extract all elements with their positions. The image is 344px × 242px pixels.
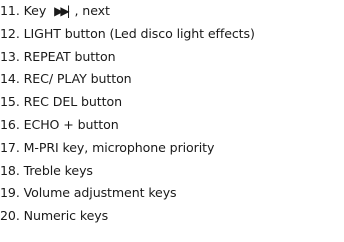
item-number: 19. xyxy=(0,185,20,201)
button-description-list: 11. Key ▶▶| , next 12. LIGHT button (Led… xyxy=(0,0,255,228)
item-text: LIGHT button (Led disco light effects) xyxy=(23,25,255,41)
item-text: REC DEL button xyxy=(23,94,122,110)
item-number: 13. xyxy=(0,48,20,64)
list-item: 20. Numeric keys xyxy=(0,205,255,228)
item-text: ECHO + button xyxy=(23,116,119,132)
item-text-suffix: , next xyxy=(74,3,110,18)
item-text: REC/ PLAY button xyxy=(23,71,132,87)
list-item: 11. Key ▶▶| , next xyxy=(0,0,255,23)
item-number: 18. xyxy=(0,162,20,178)
list-item: 13. REPEAT button xyxy=(0,46,255,69)
item-text: Numeric keys xyxy=(23,208,109,224)
page: { "items": [ {"number": "11.", "pre": "K… xyxy=(0,0,344,242)
next-track-icon: ▶▶| xyxy=(54,4,70,18)
item-number: 20. xyxy=(0,208,20,224)
list-item: 15. REC DEL button xyxy=(0,91,255,114)
list-item: 12. LIGHT button (Led disco light effect… xyxy=(0,23,255,46)
list-item: 16. ECHO + button xyxy=(0,114,255,137)
item-number: 12. xyxy=(0,25,20,41)
item-number: 14. xyxy=(0,71,20,87)
item-text: M-PRI key, microphone priority xyxy=(23,139,215,155)
item-number: 15. xyxy=(0,94,20,110)
item-text: Volume adjustment keys xyxy=(23,185,177,201)
item-number: 16. xyxy=(0,116,20,132)
item-text: Treble keys xyxy=(23,162,93,178)
list-item: 18. Treble keys xyxy=(0,160,255,183)
list-item: 17. M-PRI key, microphone priority xyxy=(0,137,255,160)
item-text: REPEAT button xyxy=(23,48,116,64)
item-number: 17. xyxy=(0,139,20,155)
list-item: 19. Volume adjustment keys xyxy=(0,182,255,205)
item-number: 11. xyxy=(0,3,20,18)
list-item: 14. REC/ PLAY button xyxy=(0,68,255,91)
item-text: Key xyxy=(23,3,47,18)
